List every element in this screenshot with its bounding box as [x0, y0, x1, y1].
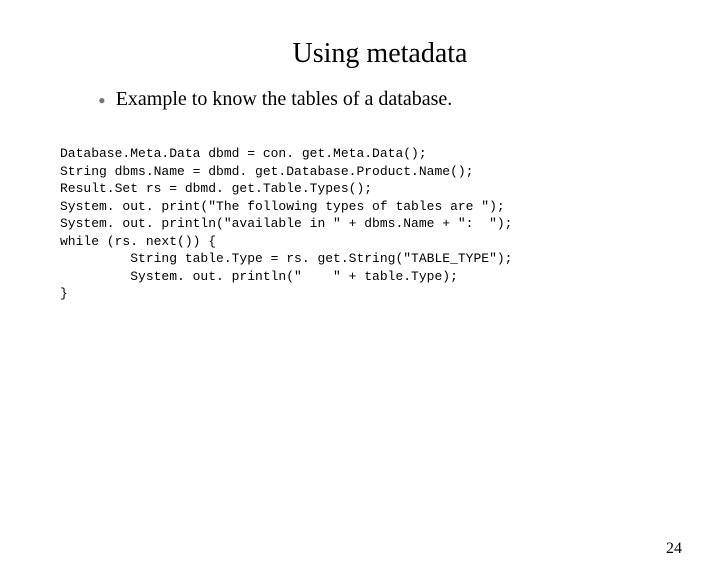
bullet-icon: •	[98, 91, 106, 111]
page-number: 24	[666, 540, 682, 558]
code-block: Database.Meta.Data dbmd = con. get.Meta.…	[60, 145, 720, 303]
bullet-item: • Example to know the tables of a databa…	[98, 88, 720, 111]
bullet-text: Example to know the tables of a database…	[116, 88, 453, 111]
slide-title: Using metadata	[100, 38, 660, 70]
